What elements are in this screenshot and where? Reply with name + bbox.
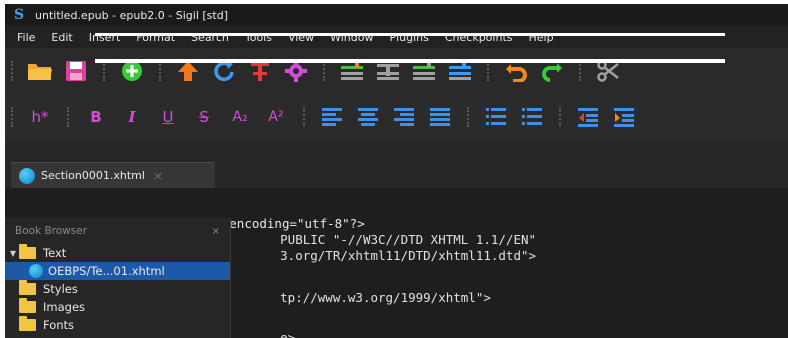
code-line: tp://www.w3.org/1999/xhtml"> (235, 274, 491, 305)
window-title: untitled.epub - epub2.0 - Sigil [std] (35, 8, 228, 22)
editor-tab-strip: Section0001.xhtml × (5, 140, 788, 188)
screenshot-frame-edge (95, 33, 725, 36)
align-left-icon[interactable] (317, 102, 347, 132)
toolbar-separator (579, 61, 581, 81)
tree-folder-text[interactable]: ▼ Text (5, 244, 230, 262)
title-bar: S untitled.epub - epub2.0 - Sigil [std] (5, 4, 788, 26)
toolbar-separator (487, 61, 489, 81)
folder-icon (19, 280, 36, 295)
tree-item-label: Fonts (43, 318, 75, 332)
toolbar-separator (11, 107, 13, 127)
tree-item-label: Styles (43, 282, 78, 296)
close-icon[interactable]: × (212, 226, 220, 237)
menu-edit[interactable]: Edit (43, 31, 80, 44)
align-center-icon[interactable] (353, 102, 383, 132)
align-right-icon[interactable] (389, 102, 419, 132)
toolbar-separator (67, 107, 69, 127)
book-browser-title: Book Browser (15, 225, 88, 237)
xhtml-file-icon (29, 264, 43, 278)
superscript-label: A² (268, 109, 284, 125)
code-line: 3.org/TR/xhtml11/DTD/xhtml11.dtd"> (235, 232, 536, 263)
folder-icon (19, 244, 36, 259)
tree-item-label: OEBPS/Te...01.xhtml (48, 264, 165, 278)
toolbar-separator (559, 107, 561, 127)
bold-label: B (90, 108, 102, 126)
bold-button[interactable]: B (81, 102, 111, 132)
screenshot-frame-edge (95, 59, 725, 63)
tree-folder-fonts[interactable]: Fonts (5, 316, 230, 334)
menu-bar: File Edit Insert Format Search Tools Vie… (5, 26, 788, 48)
code-line: 1 <?xml version="1.0" encoding="utf-8"?> (11, 200, 365, 231)
heading-button[interactable]: h* (25, 102, 55, 132)
folder-icon (19, 298, 36, 313)
align-justify-icon[interactable] (425, 102, 455, 132)
underline-button[interactable]: U (153, 102, 183, 132)
tab-close-icon[interactable]: × (153, 169, 163, 183)
toolbar-separator (11, 61, 13, 81)
save-icon[interactable] (61, 56, 91, 86)
toolbar-separator (467, 107, 469, 127)
tree-item-label: Text (43, 246, 67, 260)
main-toolbar (5, 48, 788, 94)
chevron-down-icon[interactable]: ▼ (7, 249, 19, 258)
toolbar-separator (159, 61, 161, 81)
decrease-indent-icon[interactable] (573, 102, 603, 132)
italic-button[interactable]: I (117, 102, 147, 132)
subscript-label: A₂ (232, 109, 248, 125)
open-folder-icon[interactable] (25, 56, 55, 86)
bullet-list-icon[interactable] (481, 102, 511, 132)
strike-label: S (199, 108, 209, 126)
code-line: e> (235, 314, 295, 338)
tree-folder-images[interactable]: Images (5, 298, 230, 316)
folder-icon (19, 316, 36, 331)
code-text: tp://www.w3.org/1999/xhtml"> (280, 290, 491, 305)
underline-label: U (162, 108, 174, 126)
tab-label: Section0001.xhtml (41, 169, 145, 182)
toolbar-separator (303, 107, 305, 127)
subscript-button[interactable]: A₂ (225, 102, 255, 132)
increase-indent-icon[interactable] (609, 102, 639, 132)
sigil-app-icon: S (13, 7, 25, 23)
format-toolbar: h* B I U S A₂ A² (5, 94, 788, 140)
tab-section0001[interactable]: Section0001.xhtml × (11, 162, 215, 188)
numbered-list-icon[interactable] (517, 102, 547, 132)
code-text: e> (280, 330, 296, 338)
book-browser-panel: Book Browser × ▼ Text OEBPS/Te...01.xhtm… (5, 218, 231, 338)
superscript-button[interactable]: A² (261, 102, 291, 132)
italic-label: I (128, 108, 136, 126)
tree-folder-styles[interactable]: Styles (5, 280, 230, 298)
tree-file-section0001[interactable]: OEBPS/Te...01.xhtml (5, 262, 230, 280)
tree-item-label: Images (43, 300, 86, 314)
code-text: 3.org/TR/xhtml11/DTD/xhtml11.dtd"> (280, 248, 537, 263)
xhtml-file-icon (19, 167, 35, 184)
sigil-window: S untitled.epub - epub2.0 - Sigil [std] … (5, 4, 788, 338)
code-line: PUBLIC "-//W3C//DTD XHTML 1.1//EN" (235, 216, 536, 247)
menu-file[interactable]: File (5, 31, 43, 44)
strikethrough-button[interactable]: S (189, 102, 219, 132)
book-browser-header: Book Browser × (5, 218, 230, 244)
toolbar-separator (323, 61, 325, 81)
toolbar-separator (103, 61, 105, 81)
heading-label: h* (31, 108, 49, 126)
